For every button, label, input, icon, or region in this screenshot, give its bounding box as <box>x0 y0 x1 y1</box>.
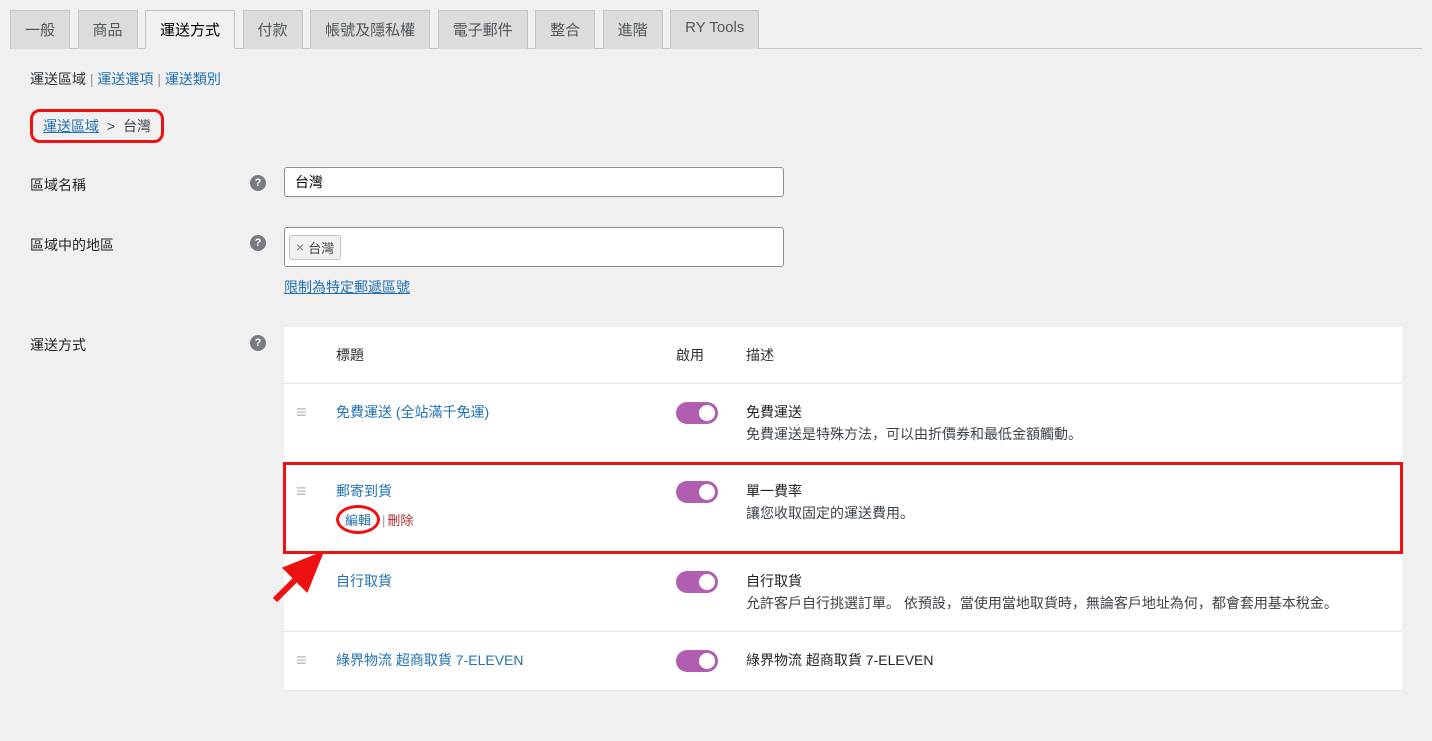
table-header-enabled: 啟用 <box>664 327 734 384</box>
row-actions: 編輯 |刪除 <box>336 505 652 534</box>
region-tag-label: 台灣 <box>308 238 334 257</box>
table-row: ≡ 郵寄到貨 編輯 |刪除 單一費率 讓您收取固定的運送費用。 <box>284 463 1402 553</box>
shipping-methods-label: 運送方式 <box>30 327 250 355</box>
drag-handle-icon[interactable]: ≡ <box>296 402 307 422</box>
method-desc-title: 綠界物流 超商取貨 7-ELEVEN <box>746 650 1390 670</box>
enabled-toggle[interactable] <box>676 481 718 503</box>
tab-shipping[interactable]: 運送方式 <box>145 10 235 49</box>
restrict-postcodes-link[interactable]: 限制為特定郵遞區號 <box>284 277 1402 297</box>
subnav-current: 運送區域 <box>30 71 86 87</box>
tab-rytools[interactable]: RY Tools <box>670 10 759 49</box>
help-icon[interactable]: ? <box>250 175 266 191</box>
breadcrumb-root-link[interactable]: 運送區域 <box>43 118 99 134</box>
enabled-toggle[interactable] <box>676 650 718 672</box>
method-title-link[interactable]: 郵寄到貨 <box>336 483 392 499</box>
table-header-sort <box>284 327 324 384</box>
shipping-subnav: 運送區域 | 運送選項 | 運送類別 <box>30 69 1402 89</box>
subnav-link-classes[interactable]: 運送類別 <box>165 71 221 87</box>
drag-handle-icon[interactable]: ≡ <box>296 650 307 670</box>
zone-name-input[interactable] <box>284 167 784 197</box>
tab-accounts[interactable]: 帳號及隱私權 <box>310 10 430 49</box>
help-icon[interactable]: ? <box>250 235 266 251</box>
settings-tabs: 一般 商品 運送方式 付款 帳號及隱私權 電子郵件 整合 進階 RY Tools <box>10 10 1422 49</box>
table-row: ≡ 自行取貨 自行取貨 允許客戶自行挑選訂單。 依預設，當使用當地取貨時，無論客… <box>284 553 1402 632</box>
edit-link[interactable]: 編輯 <box>345 513 371 528</box>
method-title-link[interactable]: 自行取貨 <box>336 573 392 589</box>
tab-products[interactable]: 商品 <box>78 10 138 49</box>
tab-integration[interactable]: 整合 <box>535 10 595 49</box>
breadcrumb-separator: > <box>107 118 115 134</box>
method-desc-text: 允許客戶自行挑選訂單。 依預設，當使用當地取貨時，無論客戶地址為何，都會套用基本… <box>746 593 1390 613</box>
drag-handle-icon[interactable]: ≡ <box>296 481 307 501</box>
table-header-description: 描述 <box>734 327 1402 384</box>
breadcrumb-current: 台灣 <box>123 118 151 134</box>
help-icon[interactable]: ? <box>250 335 266 351</box>
table-header-title: 標題 <box>324 327 664 384</box>
zone-regions-input[interactable]: × 台灣 <box>284 227 784 267</box>
tab-emails[interactable]: 電子郵件 <box>438 10 528 49</box>
method-desc-text: 讓您收取固定的運送費用。 <box>746 503 1390 523</box>
subnav-separator: | <box>157 71 165 87</box>
table-row: ≡ 免費運送 (全站滿千免運) 免費運送 免費運送是特殊方法，可以由折價券和最低… <box>284 384 1402 463</box>
shipping-methods-table: 標題 啟用 描述 ≡ 免費運送 (全站滿千免運) 免費運送 免費運送 <box>284 327 1402 691</box>
drag-handle-icon[interactable]: ≡ <box>296 571 307 591</box>
action-separator: | <box>382 513 385 528</box>
breadcrumb: 運送區域 > 台灣 <box>30 109 164 143</box>
zone-name-label: 區域名稱 <box>30 167 250 195</box>
method-desc-text: 免費運送是特殊方法，可以由折價券和最低金額觸動。 <box>746 424 1390 444</box>
tab-payments[interactable]: 付款 <box>243 10 303 49</box>
table-row: ≡ 綠界物流 超商取貨 7-ELEVEN 綠界物流 超商取貨 7-ELEVEN <box>284 632 1402 691</box>
tab-advanced[interactable]: 進階 <box>603 10 663 49</box>
delete-link[interactable]: 刪除 <box>387 513 413 528</box>
zone-regions-label: 區域中的地區 <box>30 227 250 255</box>
method-desc-title: 單一費率 <box>746 481 1390 501</box>
remove-tag-icon[interactable]: × <box>296 239 304 255</box>
method-desc-title: 自行取貨 <box>746 571 1390 591</box>
method-desc-title: 免費運送 <box>746 402 1390 422</box>
enabled-toggle[interactable] <box>676 402 718 424</box>
region-tag: × 台灣 <box>289 235 341 260</box>
method-title-link[interactable]: 免費運送 (全站滿千免運) <box>336 404 489 420</box>
tab-general[interactable]: 一般 <box>10 10 70 49</box>
subnav-link-options[interactable]: 運送選項 <box>97 71 153 87</box>
enabled-toggle[interactable] <box>676 571 718 593</box>
method-title-link[interactable]: 綠界物流 超商取貨 7-ELEVEN <box>336 652 523 668</box>
